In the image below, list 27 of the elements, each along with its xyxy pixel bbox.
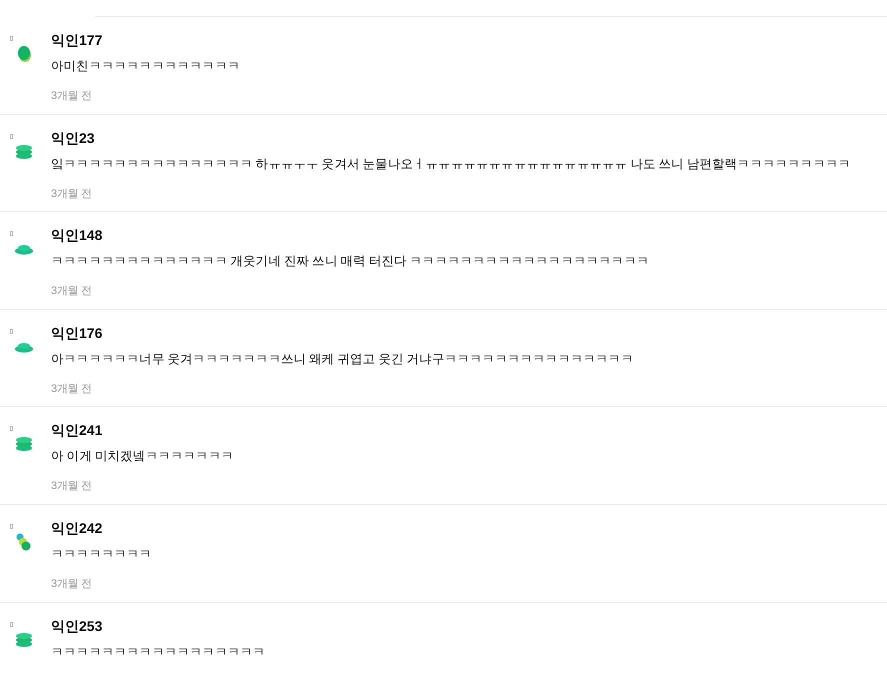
comment-text: ㅋㅋㅋㅋㅋㅋㅋㅋ [51, 546, 152, 563]
comment-time: 3개월 전 [51, 576, 92, 592]
comment-author: 익인177 [51, 31, 102, 50]
comment-text: 아ㅋㅋㅋㅋㅋㅋ너무 웃겨ㅋㅋㅋㅋㅋㅋㅋ쓰니 왜케 귀엽고 웃긴 거냐구ㅋㅋㅋㅋㅋㅋㅋㅋㅋㅋㅋㅋㅋㅋㅋ [51, 350, 634, 368]
comment-author: 익인148 [51, 226, 102, 246]
marker-icon [10, 426, 13, 432]
comment-text: 아 이게 미치겠넼ㅋㅋㅋㅋㅋㅋㅋ [51, 448, 234, 466]
comment-author: 익인23 [51, 128, 95, 148]
comment-author: 익인241 [51, 421, 102, 440]
comment-author: 익인253 [51, 616, 102, 636]
comment-text: 잌ㅋㅋㅋㅋㅋㅋㅋㅋㅋㅋㅋㅋㅋㅋㅋ 하ㅠㅠㅜㅜ 웃겨서 눈물나오ㅓㅠㅠㅠㅠㅠㅠㅠㅠㅠㅠㅠㅠㅠㅠㅠㅠ 나도 쓰니 남편할랙ㅋㅋㅋㅋㅋㅋㅋㅋㅋ [51, 156, 851, 173]
comment-author: 익인242 [51, 518, 102, 538]
marker-icon [10, 524, 13, 529]
comment-author: 익인176 [51, 324, 102, 343]
marker-icon [10, 36, 13, 41]
comment-text: ㅋㅋㅋㅋㅋㅋㅋㅋㅋㅋㅋㅋㅋㅋ 개웃기네 진짜 쓰니 매력 터진다 ㅋㅋㅋㅋㅋㅋㅋㅋㅋㅋㅋㅋㅋㅋㅋㅋㅋㅋㅋ [51, 253, 650, 270]
marker-icon [10, 328, 13, 334]
comment-time: 3개월 전 [51, 284, 92, 300]
marker-icon [10, 134, 13, 139]
comment-time: 3개월 전 [51, 186, 92, 202]
comment-time: 3개월 전 [51, 382, 92, 397]
marker-icon [10, 231, 13, 236]
comment-time: 3개월 전 [51, 479, 92, 494]
marker-icon [10, 622, 13, 627]
comment-text: 아미친ㅋㅋㅋㅋㅋㅋㅋㅋㅋㅋㅋㅋ [51, 58, 240, 75]
comment-time: 3개월 전 [51, 89, 92, 104]
comment-text: ㅋㅋㅋㅋㅋㅋㅋㅋㅋㅋㅋㅋㅋㅋㅋㅋㅋ [51, 644, 266, 661]
